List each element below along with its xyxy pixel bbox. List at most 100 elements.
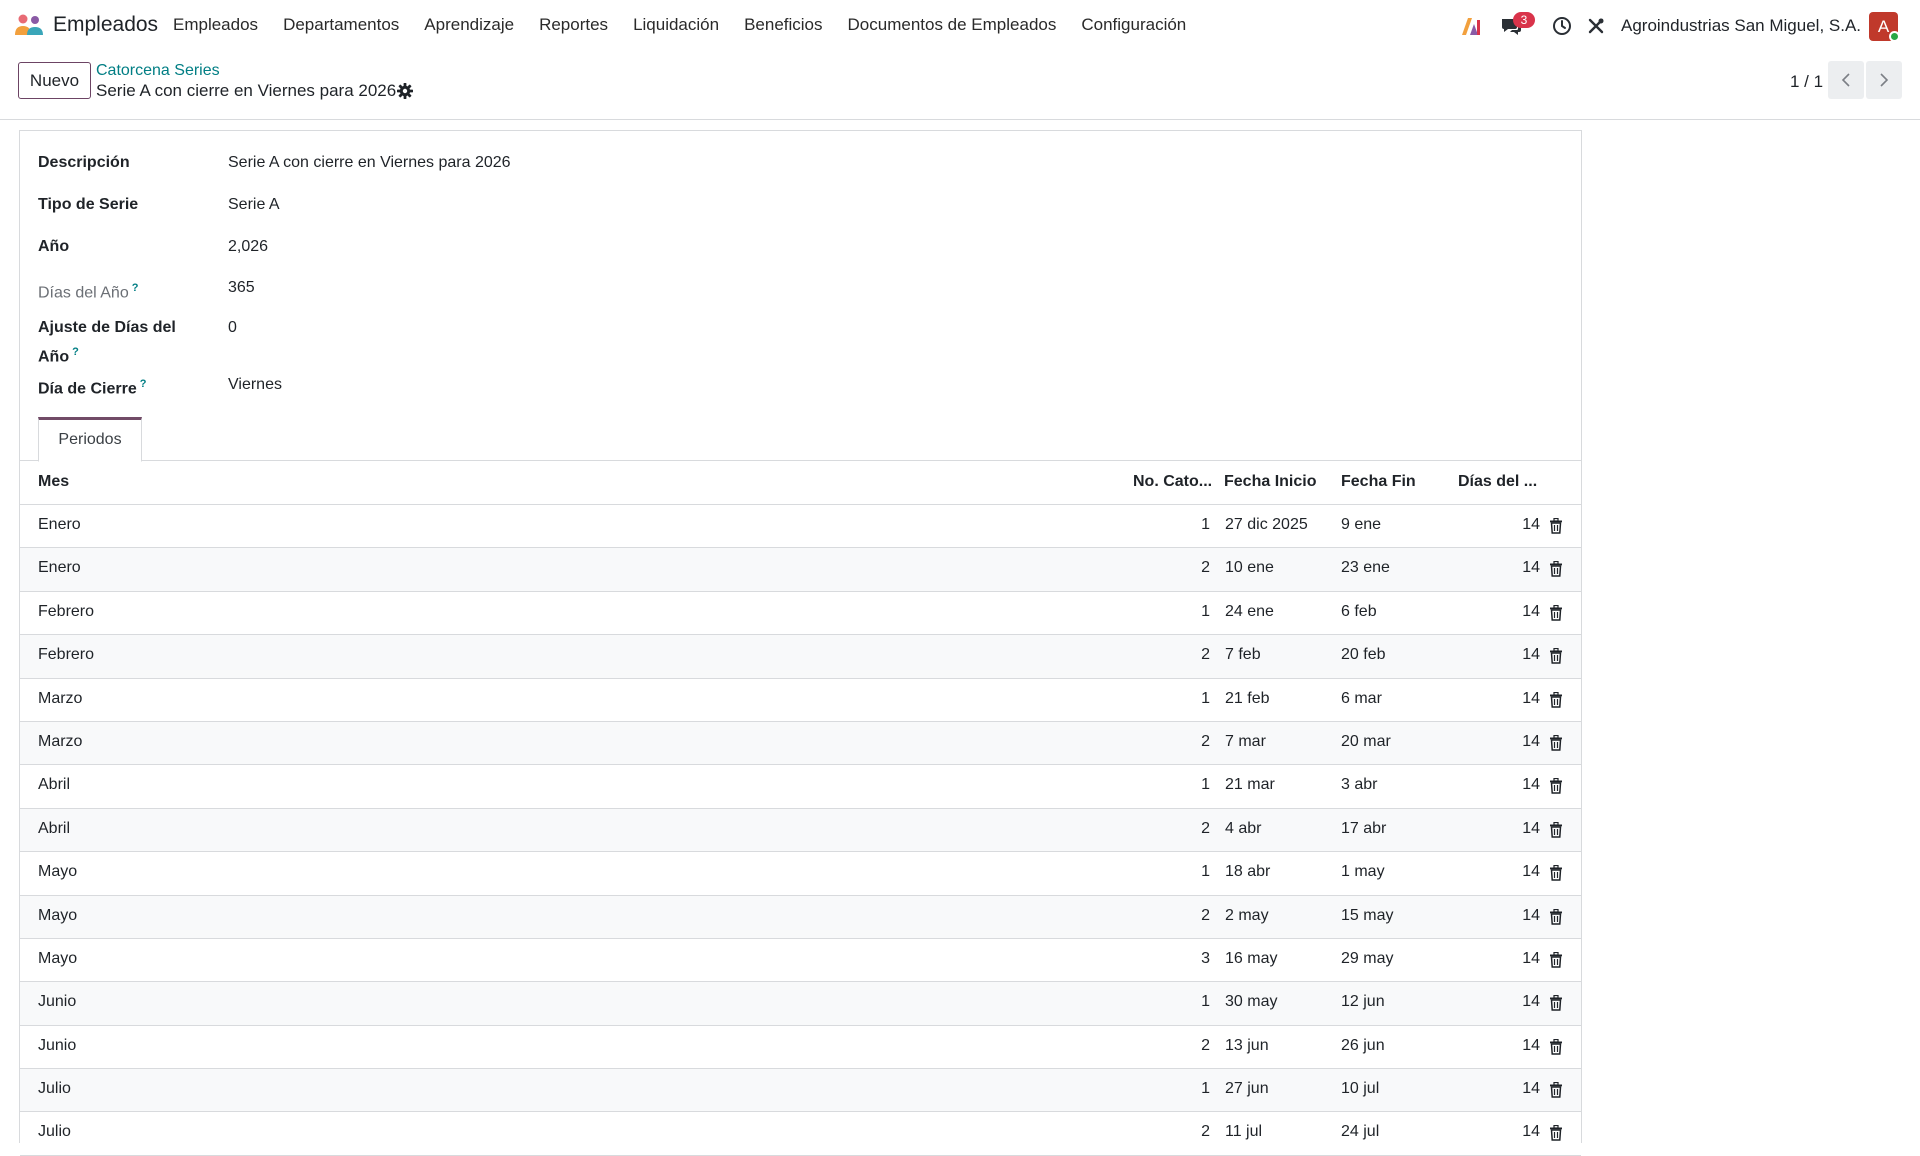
- help-tooltip-icon[interactable]: ?: [132, 282, 139, 294]
- ai-assistant-icon[interactable]: [1458, 12, 1484, 40]
- menu-item-reportes[interactable]: Reportes: [539, 15, 608, 35]
- breadcrumb-parent-link[interactable]: Catorcena Series: [96, 62, 220, 80]
- cell-mes: Julio: [38, 1123, 71, 1141]
- trash-icon[interactable]: [1549, 691, 1563, 708]
- cell-fecha-inicio: 2 may: [1225, 906, 1269, 924]
- column-header-fecha-fin[interactable]: Fecha Fin: [1341, 473, 1416, 491]
- cell-fecha-inicio: 21 feb: [1225, 689, 1270, 707]
- cell-dias: 14: [1522, 1123, 1540, 1141]
- employees-app-icon[interactable]: [14, 13, 44, 37]
- table-row[interactable]: Enero 1 27 dic 2025 9 ene 14: [20, 505, 1581, 549]
- cell-fecha-fin: 15 may: [1341, 906, 1394, 924]
- company-switcher[interactable]: Agroindustrias San Miguel, S.A.: [1621, 16, 1861, 36]
- table-row[interactable]: Julio 1 27 jun 10 jul 14: [20, 1069, 1581, 1113]
- trash-icon[interactable]: [1549, 778, 1563, 795]
- table-row[interactable]: Julio 2 11 jul 24 jul 14: [20, 1112, 1581, 1156]
- table-row[interactable]: Enero 2 10 ene 23 ene 14: [20, 548, 1581, 592]
- table-row[interactable]: Febrero 1 24 ene 6 feb 14: [20, 592, 1581, 636]
- cell-mes: Julio: [38, 1080, 71, 1098]
- help-tooltip-icon[interactable]: ?: [72, 346, 79, 358]
- cell-no-catorcena: 2: [1201, 646, 1210, 664]
- trash-icon[interactable]: [1549, 995, 1563, 1012]
- cell-fecha-inicio: 4 abr: [1225, 819, 1262, 837]
- table-row[interactable]: Junio 2 13 jun 26 jun 14: [20, 1026, 1581, 1070]
- table-row[interactable]: Abril 1 21 mar 3 abr 14: [20, 765, 1581, 809]
- column-header-dias[interactable]: Días del ...: [1458, 473, 1537, 491]
- cell-no-catorcena: 1: [1201, 863, 1210, 881]
- column-header-no-catorcena[interactable]: No. Cato...: [1133, 473, 1212, 491]
- column-header-fecha-inicio[interactable]: Fecha Inicio: [1224, 473, 1316, 491]
- periodos-table: Mes No. Cato... Fecha Inicio Fecha Fin D…: [20, 461, 1581, 1156]
- app-name[interactable]: Empleados: [53, 13, 158, 37]
- table-row[interactable]: Junio 1 30 may 12 jun 14: [20, 982, 1581, 1026]
- menu-item-liquidacion[interactable]: Liquidación: [633, 15, 719, 35]
- field-value-tipo-serie[interactable]: Serie A: [228, 196, 280, 214]
- field-value-descripcion[interactable]: Serie A con cierre en Viernes para 2026: [228, 154, 511, 172]
- table-row[interactable]: Marzo 2 7 mar 20 mar 14: [20, 721, 1581, 766]
- cell-mes: Junio: [38, 993, 77, 1011]
- cell-mes: Abril: [38, 819, 71, 837]
- menu-item-documentos[interactable]: Documentos de Empleados: [848, 15, 1057, 35]
- cell-fecha-fin: 26 jun: [1341, 1036, 1385, 1054]
- table-row[interactable]: Mayo 1 18 abr 1 may 14: [20, 852, 1581, 896]
- menu-item-aprendizaje[interactable]: Aprendizaje: [424, 15, 514, 35]
- field-label-anio: Año: [38, 238, 70, 255]
- field-value-dia-cierre[interactable]: Viernes: [228, 376, 282, 394]
- activity-clock-icon[interactable]: [1549, 12, 1575, 40]
- trash-icon[interactable]: [1549, 865, 1563, 881]
- table-row[interactable]: Abril 2 4 abr 17 abr 14: [20, 808, 1581, 853]
- cell-fecha-inicio: 30 may: [1225, 993, 1278, 1011]
- menu-item-empleados[interactable]: Empleados: [173, 15, 258, 35]
- field-value-anio[interactable]: 2,026: [228, 238, 268, 256]
- field-label-dias-anio-text: Días del Año: [38, 284, 129, 302]
- cell-fecha-fin: 6 mar: [1341, 689, 1382, 707]
- field-value-ajuste-dias[interactable]: 0: [228, 319, 237, 337]
- pager-next-button[interactable]: [1866, 61, 1902, 99]
- pager-value[interactable]: 1 / 1: [1790, 72, 1823, 92]
- cell-fecha-inicio: 7 feb: [1225, 646, 1261, 664]
- menu-item-configuracion[interactable]: Configuración: [1081, 15, 1186, 35]
- new-button[interactable]: Nuevo: [18, 62, 91, 99]
- menu-item-departamentos[interactable]: Departamentos: [283, 15, 399, 35]
- debug-tools-icon[interactable]: [1583, 12, 1609, 40]
- table-row[interactable]: Febrero 2 7 feb 20 feb 14: [20, 635, 1581, 679]
- trash-icon[interactable]: [1549, 1082, 1563, 1098]
- cell-dias: 14: [1522, 646, 1540, 664]
- trash-icon[interactable]: [1549, 604, 1563, 621]
- main-menu: Empleados Departamentos Aprendizaje Repo…: [173, 15, 1211, 35]
- chevron-right-icon: [1880, 73, 1889, 87]
- chevron-left-icon: [1841, 73, 1850, 87]
- trash-icon[interactable]: [1549, 1125, 1563, 1142]
- cell-no-catorcena: 2: [1201, 732, 1210, 750]
- gear-icon[interactable]: [396, 82, 414, 100]
- table-row[interactable]: Marzo 1 21 feb 6 mar 14: [20, 679, 1581, 722]
- field-label-tipo-serie: Tipo de Serie: [38, 196, 139, 213]
- trash-icon[interactable]: [1549, 951, 1563, 968]
- tab-periodos[interactable]: Periodos: [38, 417, 142, 462]
- pager-previous-button[interactable]: [1828, 61, 1864, 99]
- menu-item-beneficios[interactable]: Beneficios: [744, 15, 822, 35]
- cell-mes: Mayo: [38, 906, 78, 924]
- cell-dias: 14: [1522, 819, 1540, 837]
- column-header-mes[interactable]: Mes: [38, 473, 69, 491]
- cell-fecha-fin: 20 mar: [1341, 732, 1391, 750]
- cell-dias: 14: [1522, 949, 1540, 967]
- table-row[interactable]: Mayo 3 16 may 29 may 14: [20, 939, 1581, 983]
- trash-icon[interactable]: [1549, 561, 1563, 578]
- cell-mes: Marzo: [38, 732, 83, 750]
- cell-fecha-inicio: 18 abr: [1225, 863, 1271, 881]
- trash-icon[interactable]: [1549, 821, 1563, 838]
- trash-icon[interactable]: [1549, 734, 1563, 751]
- cell-fecha-inicio: 10 ene: [1225, 559, 1274, 577]
- trash-icon[interactable]: [1549, 648, 1563, 664]
- trash-icon[interactable]: [1549, 1038, 1563, 1055]
- field-label-ajuste-line2: Año: [38, 348, 70, 366]
- trash-icon[interactable]: [1549, 908, 1563, 925]
- cell-fecha-inicio: 27 jun: [1225, 1080, 1269, 1098]
- cell-no-catorcena: 2: [1201, 559, 1210, 577]
- table-header: Mes No. Cato... Fecha Inicio Fecha Fin D…: [20, 461, 1581, 505]
- field-label-ajuste-line1: Ajuste de Días del: [38, 319, 176, 336]
- trash-icon[interactable]: [1549, 518, 1563, 534]
- help-tooltip-icon[interactable]: ?: [140, 378, 147, 390]
- table-row[interactable]: Mayo 2 2 may 15 may 14: [20, 895, 1581, 939]
